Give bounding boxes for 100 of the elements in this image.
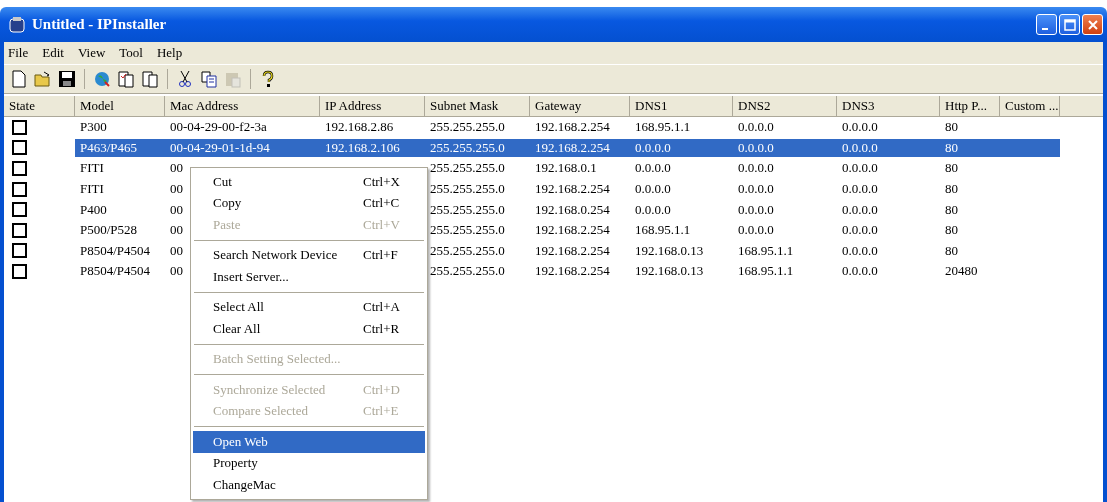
table-cell: 0.0.0.0	[842, 181, 878, 197]
table-cell: 255.255.255.0	[430, 222, 505, 238]
checkbox[interactable]	[12, 140, 27, 156]
checkbox[interactable]	[12, 202, 27, 218]
table-cell: FITI	[80, 160, 104, 176]
checkbox[interactable]	[12, 181, 27, 197]
close-icon	[1086, 18, 1099, 31]
column-header[interactable]: IP Address	[320, 96, 425, 116]
checkbox[interactable]	[12, 243, 27, 259]
column-header[interactable]: Subnet Mask	[425, 96, 530, 116]
menu-item[interactable]: Open Web	[193, 431, 425, 453]
open-folder-icon[interactable]	[34, 70, 52, 88]
table-cell: P400	[80, 201, 107, 217]
table-cell: 80	[945, 119, 958, 135]
table-cell: 168.95.1.1	[738, 242, 794, 258]
table-cell: 168.95.1.1	[738, 263, 794, 279]
table-cell: 192.168.0.1	[535, 160, 597, 176]
column-header[interactable]: Mac Address	[165, 96, 320, 116]
table-cell: 192.168.2.254	[535, 139, 610, 155]
table-cell: 0.0.0.0	[738, 201, 774, 217]
menu-item[interactable]: Edit	[42, 45, 64, 61]
column-header[interactable]: State	[4, 96, 75, 116]
table-cell: 0.0.0.0	[738, 119, 774, 135]
table-cell: 255.255.255.0	[430, 160, 505, 176]
copy-icon[interactable]	[200, 70, 218, 88]
menu-item[interactable]: Clear All Ctrl+R	[193, 318, 425, 340]
menu-item[interactable]: Insert Server...	[193, 266, 425, 288]
table-cell: 00-04-29-00-f2-3a	[170, 119, 267, 135]
app-icon	[8, 15, 26, 34]
table-cell: 80	[945, 139, 958, 155]
table-cell: 0.0.0.0	[842, 201, 878, 217]
maximize-button[interactable]	[1059, 14, 1080, 35]
table-cell: 192.168.2.254	[535, 119, 610, 135]
menu-item[interactable]: Search Network Device Ctrl+F	[193, 244, 425, 266]
table-cell: 255.255.255.0	[430, 263, 505, 279]
column-header[interactable]: DNS3	[837, 96, 940, 116]
table-cell: 0.0.0.0	[842, 119, 878, 135]
table-cell: 00-04-29-01-1d-94	[170, 139, 270, 155]
column-header[interactable]: Http P...	[940, 96, 1000, 116]
table-cell: 255.255.255.0	[430, 139, 505, 155]
document-check-icon[interactable]	[117, 70, 135, 88]
save-icon[interactable]	[58, 70, 76, 88]
table-cell: 80	[945, 160, 958, 176]
table-cell: 00	[170, 181, 183, 197]
table-cell: 0.0.0.0	[635, 181, 671, 197]
checkbox[interactable]	[12, 222, 27, 238]
table-cell: 168.95.1.1	[635, 119, 691, 135]
table-cell: 0.0.0.0	[738, 160, 774, 176]
menu-item[interactable]: Copy Ctrl+C	[193, 192, 425, 214]
table-cell: 192.168.0.13	[635, 242, 704, 258]
table-cell: 0.0.0.0	[842, 263, 878, 279]
table-cell: FITI	[80, 181, 104, 197]
table-cell: P8504/P4504	[80, 242, 151, 258]
table-cell: 0.0.0.0	[738, 139, 774, 155]
table-cell: 255.255.255.0	[430, 242, 505, 258]
table-cell: 255.255.255.0	[430, 181, 505, 197]
column-header[interactable]: DNS1	[630, 96, 733, 116]
minimize-button[interactable]	[1036, 14, 1057, 35]
column-header[interactable]: Model	[75, 96, 165, 116]
table-cell: 192.168.2.254	[535, 181, 610, 197]
cut-icon[interactable]	[176, 70, 194, 88]
table-cell: 0.0.0.0	[635, 201, 671, 217]
column-header[interactable]: Custom ...	[1000, 96, 1060, 116]
menu-item[interactable]: Select All Ctrl+A	[193, 296, 425, 318]
table-cell: 0.0.0.0	[842, 242, 878, 258]
menu-item[interactable]: Property	[193, 452, 425, 474]
checkbox[interactable]	[12, 161, 27, 176]
table-cell: 255.255.255.0	[430, 201, 505, 217]
menu-item[interactable]: Help	[156, 45, 183, 61]
table-cell: P463/P465	[80, 139, 138, 155]
table-cell: P300	[80, 119, 107, 135]
table-cell: P8504/P4504	[80, 263, 151, 279]
close-button[interactable]	[1082, 14, 1103, 35]
table-cell: 00	[170, 160, 183, 176]
table-cell: 192.168.2.254	[535, 222, 610, 238]
column-header[interactable]: DNS2	[733, 96, 837, 116]
menu-item[interactable]: ChangeMac	[193, 474, 425, 496]
checkbox[interactable]	[12, 263, 27, 279]
table-cell: 00	[170, 222, 183, 238]
table-cell: 0.0.0.0	[842, 222, 878, 238]
document-icon[interactable]	[141, 70, 159, 88]
table-cell: 80	[945, 181, 958, 197]
menu-item[interactable]: File	[8, 45, 29, 61]
window-title: Untitled - IPInstaller	[32, 16, 168, 33]
table-cell: P500/P528	[80, 222, 138, 238]
table-cell: 00	[170, 242, 183, 258]
new-document-icon[interactable]	[10, 70, 28, 88]
table-cell: 0.0.0.0	[635, 160, 671, 176]
menu-item[interactable]: Tool	[119, 45, 143, 61]
minimize-icon	[1042, 27, 1048, 30]
table-cell: 192.168.2.254	[535, 242, 610, 258]
column-header[interactable]: Gateway	[530, 96, 630, 116]
checkbox[interactable]	[12, 119, 27, 135]
menu-item[interactable]: Cut Ctrl+X	[193, 171, 425, 193]
table-cell: 192.168.2.86	[325, 119, 394, 135]
globe-icon[interactable]	[93, 70, 111, 88]
menu-item[interactable]: View	[77, 45, 106, 61]
table-row[interactable]: P463/P465 00-04-29-01-1d-94 192.168.2.106 255.255.255.0 192.168.2.254 0.0.0.0 0.0.0.0 0.0.0.0 80	[75, 138, 1060, 157]
table-cell: 0.0.0.0	[842, 160, 878, 176]
table-cell: 0.0.0.0	[738, 222, 774, 238]
